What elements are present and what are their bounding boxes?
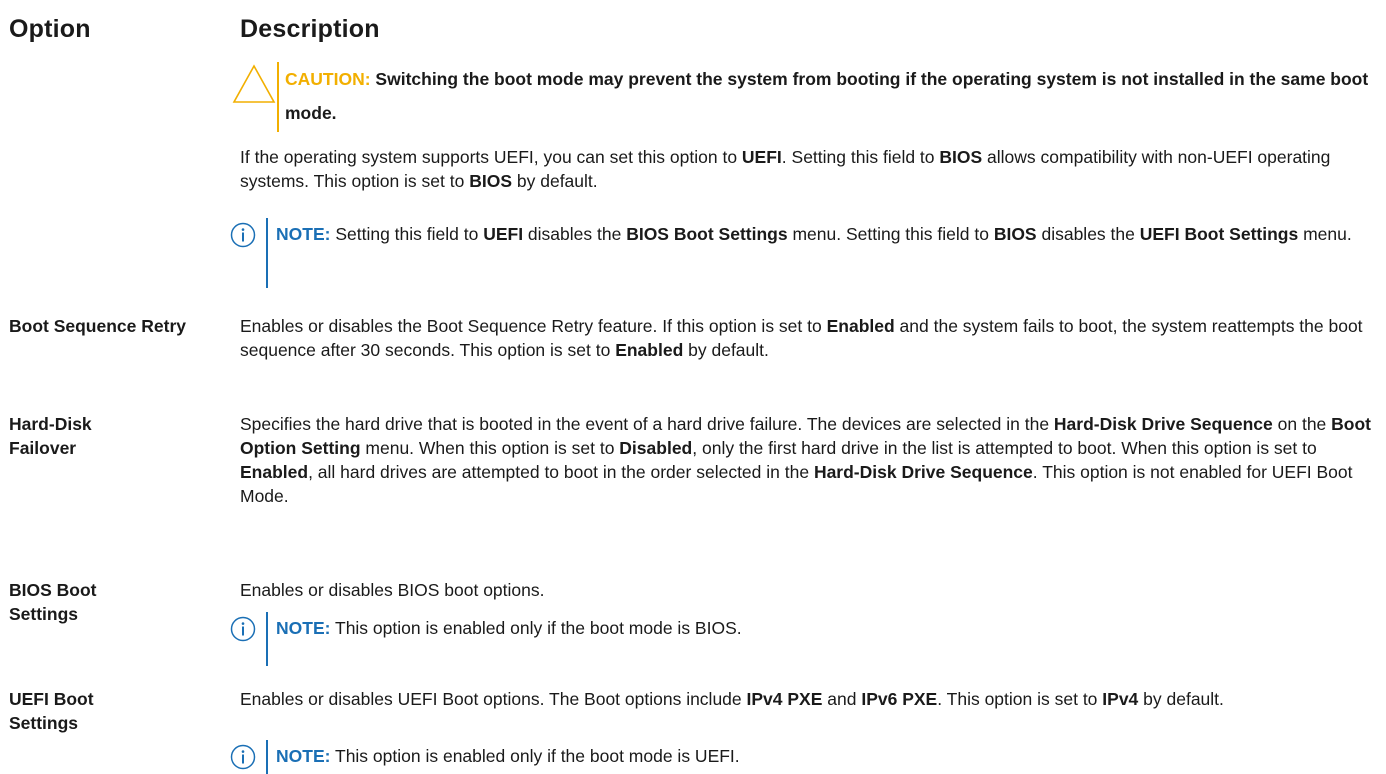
column-header-option: Option <box>9 15 91 43</box>
bios-boot-settings-table: Option Description CAUTION: Switching th… <box>0 0 1386 774</box>
option-boot-sequence-retry: Boot Sequence Retry <box>9 316 186 336</box>
note-text: NOTE: Setting this field to UEFI disable… <box>276 224 1352 244</box>
caution-text: CAUTION: Switching the boot mode may pre… <box>285 69 1369 123</box>
uefi-boot-settings-description: Enables or disables UEFI Boot options. T… <box>240 689 1224 709</box>
option-bios-boot-settings: BIOS Boot Settings <box>9 580 97 624</box>
column-header-description: Description <box>240 15 380 43</box>
option-hard-disk-failover: Hard-Disk Failover <box>9 414 92 458</box>
note-text: NOTE: This option is enabled only if the… <box>276 746 740 766</box>
info-circle-icon <box>230 222 256 248</box>
note-bar <box>266 740 268 774</box>
info-circle-icon <box>230 744 256 770</box>
warning-triangle-icon <box>232 64 276 103</box>
boot-sequence-retry-description: Enables or disables the Boot Sequence Re… <box>240 316 1363 360</box>
caution-bar <box>277 62 279 132</box>
hard-disk-failover-description: Specifies the hard drive that is booted … <box>240 414 1372 506</box>
boot-mode-description: If the operating system supports UEFI, y… <box>240 147 1331 191</box>
note-bar <box>266 612 268 666</box>
note-text: NOTE: This option is enabled only if the… <box>276 618 742 638</box>
option-uefi-boot-settings: UEFI Boot Settings <box>9 689 94 733</box>
info-circle-icon <box>230 616 256 642</box>
note-bar <box>266 218 268 288</box>
caution-label: CAUTION: <box>285 69 371 89</box>
bios-boot-settings-description: Enables or disables BIOS boot options. <box>240 580 545 600</box>
